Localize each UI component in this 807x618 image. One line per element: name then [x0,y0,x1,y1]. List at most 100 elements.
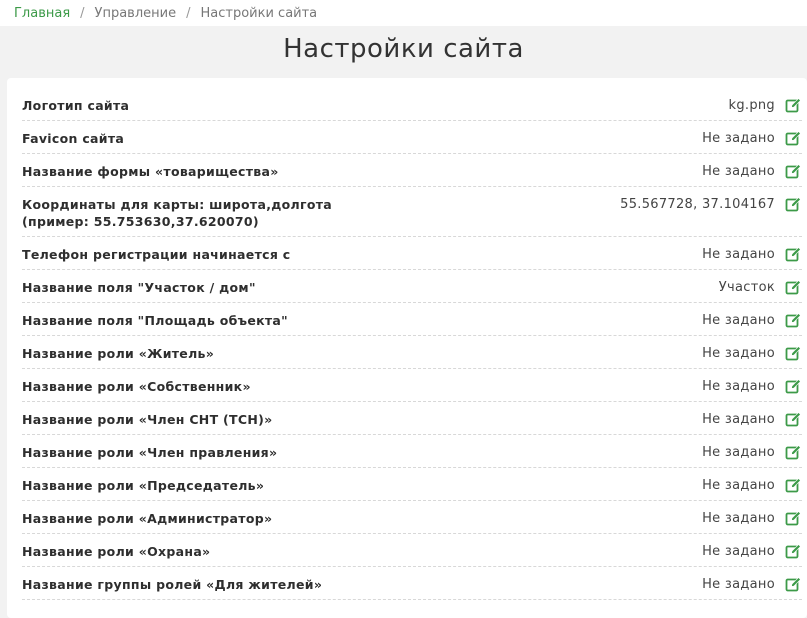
edit-icon[interactable] [785,510,802,527]
setting-row: Название формы «товарищества» Не задано [22,154,802,187]
setting-label-line: Название роли «Администратор» [22,511,273,526]
setting-label-line: Телефон регистрации начинается с [22,247,291,262]
setting-label-line: Название роли «Охрана» [22,544,211,559]
setting-value: 55.567728, 37.104167 [620,197,775,212]
setting-label-line: Favicon сайта [22,131,125,146]
setting-value-group: Не задано [702,345,802,362]
setting-value-group: Не задано [702,246,802,263]
setting-value-group: Участок [719,279,802,296]
breadcrumb-current: Настройки сайта [200,5,318,21]
setting-label-line: Название группы ролей «Для жителей» [22,577,323,592]
edit-icon[interactable] [785,378,802,395]
setting-value: Не задано [702,131,775,146]
setting-value-group: Не задано [702,411,802,428]
edit-icon[interactable] [785,130,802,147]
setting-value: kg.png [728,98,775,113]
setting-label: Название группы ролей «Для жителей» [22,576,322,593]
setting-value: Не задано [702,445,775,460]
setting-value: Не задано [702,313,775,328]
edit-icon[interactable] [785,196,802,213]
setting-value-group: Не задано [702,163,802,180]
setting-row: Логотип сайта kg.png [22,88,802,121]
setting-row: Название поля "Площадь объекта" Не задан… [22,303,802,336]
setting-row: Favicon сайта Не задано [22,121,802,154]
setting-label-line: Название роли «Член СНТ (ТСН)» [22,412,273,427]
edit-icon[interactable] [785,411,802,428]
setting-value: Не задано [702,577,775,592]
setting-label: Название роли «Житель» [22,345,214,362]
setting-label: Название роли «Администратор» [22,510,272,527]
setting-value-group: Не задано [702,543,802,560]
settings-card: Логотип сайта kg.png Favicon сайта Не за… [7,78,807,618]
setting-value-group: Не задано [702,477,802,494]
setting-value-group: Не задано [702,444,802,461]
breadcrumb-separator: / [80,5,85,21]
setting-label-line: (пример: 55.753630,37.620070) [22,214,259,229]
setting-value-group: Не задано [702,130,802,147]
setting-label: Название поля "Площадь объекта" [22,312,288,329]
setting-row: Название группы ролей «Для жителей» Не з… [22,567,802,600]
setting-value-group: Не задано [702,312,802,329]
setting-label: Название роли «Охрана» [22,543,210,560]
setting-label-line: Название поля "Участок / дом" [22,280,256,295]
setting-value-group: Не задано [702,378,802,395]
setting-label: Название роли «Председатель» [22,477,264,494]
setting-label: Название поля "Участок / дом" [22,279,256,296]
edit-icon[interactable] [785,543,802,560]
setting-label: Логотип сайта [22,97,129,114]
settings-list: Логотип сайта kg.png Favicon сайта Не за… [22,88,802,600]
setting-row: Название роли «Охрана» Не задано [22,534,802,567]
setting-value-group: Не задано [702,576,802,593]
setting-value: Не задано [702,544,775,559]
setting-row: Название роли «Житель» Не задано [22,336,802,369]
setting-value: Не задано [702,346,775,361]
setting-label-line: Название роли «Житель» [22,346,215,361]
setting-label: Favicon сайта [22,130,124,147]
edit-icon[interactable] [785,97,802,114]
setting-value: Не задано [702,511,775,526]
setting-label-line: Название поля "Площадь объекта" [22,313,288,328]
setting-label: Название роли «Член правления» [22,444,277,461]
edit-icon[interactable] [785,279,802,296]
setting-row: Название роли «Член СНТ (ТСН)» Не задано [22,402,802,435]
setting-row: Название роли «Собственник» Не задано [22,369,802,402]
setting-value: Не задано [702,478,775,493]
setting-label: Координаты для карты: широта,долгота (пр… [22,196,332,230]
setting-value: Не задано [702,164,775,179]
breadcrumb: Главная / Управление / Настройки сайта [0,0,807,26]
setting-value: Участок [718,280,775,295]
setting-label-line: Название формы «товарищества» [22,164,279,179]
edit-icon[interactable] [785,576,802,593]
setting-value: Не задано [702,412,775,427]
setting-label-line: Логотип сайта [22,98,130,113]
setting-label: Название роли «Член СНТ (ТСН)» [22,411,273,428]
setting-value-group: 55.567728, 37.104167 [620,196,802,213]
setting-row: Название роли «Председатель» Не задано [22,468,802,501]
edit-icon[interactable] [785,246,802,263]
setting-value: Не задано [702,379,775,394]
edit-icon[interactable] [785,345,802,362]
edit-icon[interactable] [785,477,802,494]
breadcrumb-home-link[interactable]: Главная [14,6,70,21]
setting-label-line: Название роли «Член правления» [22,445,278,460]
setting-row: Телефон регистрации начинается с Не зада… [22,237,802,270]
breadcrumb-separator: / [186,5,191,21]
setting-label: Название формы «товарищества» [22,163,279,180]
setting-label: Телефон регистрации начинается с [22,246,291,263]
setting-value-group: kg.png [729,97,802,114]
setting-label: Название роли «Собственник» [22,378,251,395]
edit-icon[interactable] [785,163,802,180]
setting-row: Название поля "Участок / дом" Участок [22,270,802,303]
setting-value-group: Не задано [702,510,802,527]
setting-row: Координаты для карты: широта,долгота (пр… [22,187,802,237]
page-title: Настройки сайта [283,34,524,64]
setting-value: Не задано [702,247,775,262]
breadcrumb-management: Управление [94,5,177,21]
setting-row: Название роли «Член правления» Не задано [22,435,802,468]
setting-label-line: Координаты для карты: широта,долгота [22,197,332,212]
setting-label-line: Название роли «Председатель» [22,478,265,493]
edit-icon[interactable] [785,312,802,329]
setting-row: Название роли «Администратор» Не задано [22,501,802,534]
edit-icon[interactable] [785,444,802,461]
setting-label-line: Название роли «Собственник» [22,379,251,394]
